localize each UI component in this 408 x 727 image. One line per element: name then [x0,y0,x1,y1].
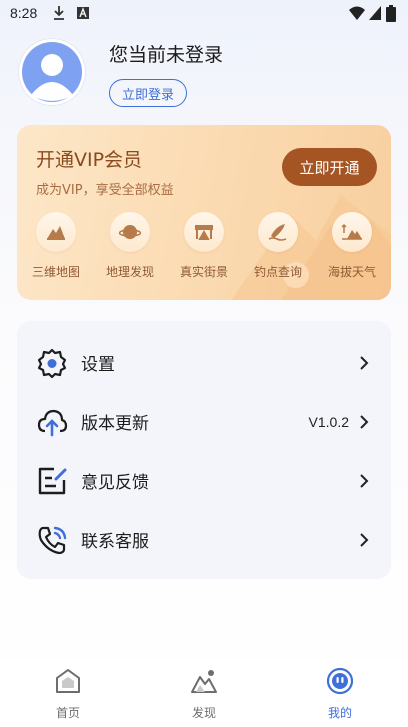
menu-label: 联系客服 [81,532,149,552]
bottom-tab-bar: 首页 发现 我的 [0,660,408,727]
phone-call-icon [38,526,67,554]
wifi-icon [349,6,365,20]
tab-label: 发现 [191,706,216,720]
altitude-weather-icon [341,223,362,240]
profile-face-icon [326,667,354,695]
tab-mine[interactable]: 我的 [310,667,370,721]
menu-label: 设置 [81,355,115,375]
chevron-right-icon [360,473,369,488]
status-bar: 8:28 [0,0,408,28]
home-icon [56,669,80,693]
menu-label: 意见反馈 [81,473,149,493]
tab-discover[interactable]: 发现 [174,667,234,721]
settings-icon [37,348,67,378]
login-status-title: 您当前未登录 [109,44,224,66]
download-icon [54,6,64,20]
signal-icon [369,6,381,20]
chevron-right-icon [360,355,369,370]
menu-item-version-update[interactable]: 版本更新 V1.0.2 [17,392,391,451]
feature-label: 地理发现 [105,265,154,279]
feedback-edit-icon [38,467,67,494]
tab-label: 首页 [55,706,80,720]
chevron-right-icon [360,532,369,547]
feature-geo-discover[interactable]: 地理发现 [97,212,163,280]
tab-home[interactable]: 首页 [38,667,98,721]
feature-label: 钓点查询 [253,265,302,279]
tab-label: 我的 [327,706,352,720]
discover-mountain-icon [191,670,217,693]
user-avatar-icon [22,42,82,102]
menu-item-feedback[interactable]: 意见反馈 [17,451,391,510]
feature-fishing-spot[interactable]: 钓点查询 [245,212,311,280]
feature-3d-map[interactable]: 三维地图 [23,212,89,280]
street-view-icon [195,225,213,240]
feature-altitude-weather[interactable]: 海拔天气 [319,212,385,280]
open-vip-button[interactable]: 立即开通 [282,148,377,186]
feature-street-view[interactable]: 真实街景 [171,212,237,280]
3d-map-icon [47,226,65,240]
a-notification-icon [77,7,89,19]
version-number: V1.0.2 [308,413,349,430]
cloud-upload-icon [37,409,68,436]
menu-item-customer-service[interactable]: 联系客服 [17,510,391,569]
chevron-right-icon [360,414,369,429]
vip-title: 开通VIP会员 [36,149,143,171]
login-button[interactable]: 立即登录 [109,79,187,107]
feature-label: 真实街景 [179,265,228,279]
planet-icon [119,225,141,239]
vip-subtitle: 成为VIP，享受全部权益 [36,183,174,198]
feature-label: 海拔天气 [327,265,376,279]
vip-card: 开通VIP会员 成为VIP，享受全部权益 立即开通 三维地图 地理发现 真实街景 [17,125,391,300]
feature-label: 三维地图 [31,265,80,279]
status-time: 8:28 [10,5,38,21]
battery-icon [386,5,396,22]
avatar[interactable] [19,39,85,105]
menu-item-settings[interactable]: 设置 [17,333,391,392]
menu-label: 版本更新 [81,414,149,434]
settings-menu: 设置 版本更新 V1.0.2 意见反馈 联系客服 [17,321,391,579]
fishing-spot-icon [268,224,287,241]
